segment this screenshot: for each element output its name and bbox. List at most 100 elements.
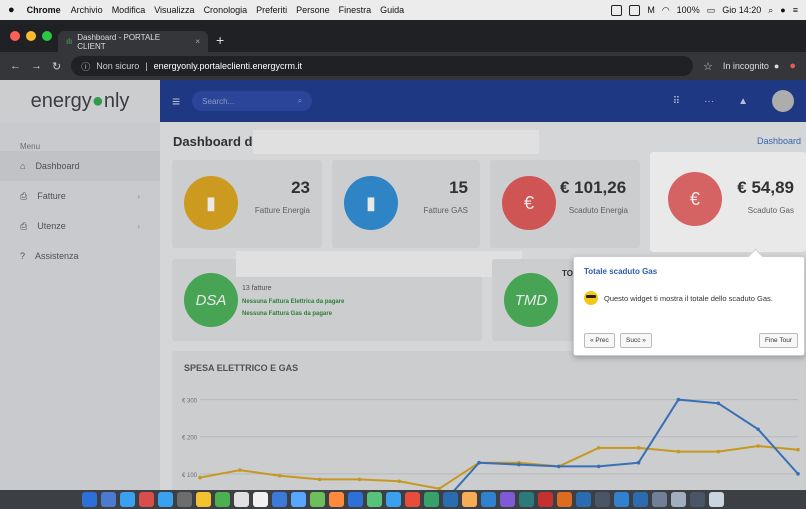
dock-app-icon[interactable] xyxy=(253,492,268,507)
dock-app-icon[interactable] xyxy=(139,492,154,507)
data-point[interactable] xyxy=(716,401,721,406)
sidebar-item-fatture[interactable]: ⎙ Fatture › xyxy=(0,181,160,211)
reload-icon[interactable]: ↻ xyxy=(52,60,61,73)
data-point[interactable] xyxy=(756,444,760,448)
dock-app-icon[interactable] xyxy=(633,492,648,507)
data-point[interactable] xyxy=(796,447,800,452)
data-point[interactable] xyxy=(198,475,202,480)
data-point[interactable] xyxy=(317,477,322,482)
menu-persone[interactable]: Persone xyxy=(296,5,330,15)
status-icon[interactable] xyxy=(611,4,623,16)
new-tab-button[interactable]: + xyxy=(216,32,224,48)
data-point[interactable] xyxy=(596,464,601,469)
data-point[interactable] xyxy=(517,462,521,467)
dock-app-icon[interactable] xyxy=(595,492,610,507)
dock-app-icon[interactable] xyxy=(481,492,496,507)
data-point[interactable] xyxy=(636,460,641,465)
forward-icon[interactable]: → xyxy=(31,60,42,72)
menu-preferiti[interactable]: Preferiti xyxy=(256,5,287,15)
dock-app-icon[interactable] xyxy=(709,492,724,507)
dock-app-icon[interactable] xyxy=(101,492,116,507)
card-scaduto-energia[interactable]: € € 101,26 Scaduto Energia xyxy=(490,160,640,248)
dock-app-icon[interactable] xyxy=(367,492,382,507)
menu-finestra[interactable]: Finestra xyxy=(339,5,372,15)
back-icon[interactable]: ← xyxy=(10,60,21,72)
data-point[interactable] xyxy=(756,427,760,432)
data-point[interactable] xyxy=(397,479,402,484)
sidebar-item-dashboard[interactable]: ⌂ Dashboard xyxy=(0,151,160,181)
avatar[interactable] xyxy=(772,90,794,112)
card-scaduto-gas[interactable]: € € 54,89 Scaduto Gas xyxy=(650,152,806,252)
status-icon[interactable] xyxy=(629,4,641,16)
close-window-button[interactable] xyxy=(10,31,20,41)
sidebar-item-utenze[interactable]: ⎙ Utenze › xyxy=(0,211,160,241)
gmail-icon[interactable]: M xyxy=(647,5,655,15)
hamburger-icon[interactable]: ≡ xyxy=(172,93,180,109)
sidebar-item-assistenza[interactable]: ? Assistenza xyxy=(0,241,160,271)
dock-app-icon[interactable] xyxy=(424,492,439,507)
dock-app-icon[interactable] xyxy=(500,492,515,507)
dock-app-icon[interactable] xyxy=(310,492,325,507)
data-point[interactable] xyxy=(796,472,800,476)
data-point[interactable] xyxy=(277,473,282,478)
card-fatture-energia[interactable]: ▮ 23 Fatture Energia xyxy=(172,160,322,248)
data-point[interactable] xyxy=(716,449,721,454)
dock-app-icon[interactable] xyxy=(690,492,705,507)
dock-app-icon[interactable] xyxy=(576,492,591,507)
tour-prev-button[interactable]: « Prec xyxy=(584,333,615,348)
notification-center-icon[interactable]: ≡ xyxy=(793,5,798,15)
dock-app-icon[interactable] xyxy=(177,492,192,507)
dock-app-icon[interactable] xyxy=(215,492,230,507)
address-bar[interactable]: ⓘ Non sicuro | energyonly.portaleclienti… xyxy=(71,56,693,76)
browser-tab[interactable]: ılı Dashboard - PORTALE CLIENT × xyxy=(58,31,208,52)
tour-next-button[interactable]: Succ » xyxy=(620,333,652,348)
dock-app-icon[interactable] xyxy=(196,492,211,507)
dock-app-icon[interactable] xyxy=(614,492,629,507)
menu-guida[interactable]: Guida xyxy=(380,5,404,15)
dock-app-icon[interactable] xyxy=(348,492,363,507)
data-point[interactable] xyxy=(477,460,481,465)
apple-icon[interactable]: ● xyxy=(8,4,15,16)
dock-app-icon[interactable] xyxy=(538,492,553,507)
spotlight-icon[interactable]: ⌕ xyxy=(768,5,773,16)
dock-app-icon[interactable] xyxy=(557,492,572,507)
close-tab-icon[interactable]: × xyxy=(195,37,200,46)
menu-dots-icon[interactable]: ● xyxy=(789,60,796,72)
data-point[interactable] xyxy=(596,446,601,450)
wifi-icon[interactable]: ◠ xyxy=(662,5,670,16)
bell-icon[interactable]: ▲ xyxy=(738,96,748,107)
dock-app-icon[interactable] xyxy=(158,492,173,507)
user-icon[interactable]: ● xyxy=(780,5,785,15)
minimize-window-button[interactable] xyxy=(26,31,36,41)
grid-icon[interactable]: ⠿ xyxy=(673,96,680,107)
dock-app-icon[interactable] xyxy=(462,492,477,507)
incognito-indicator[interactable]: In incognito ● xyxy=(723,61,779,71)
dock-app-icon[interactable] xyxy=(272,492,287,507)
dsa-link-gas[interactable]: Nessuna Fattura Gas da pagare xyxy=(242,311,332,317)
dsa-link-elettrica[interactable]: Nessuna Fattura Elettrica da pagare xyxy=(242,299,344,305)
maximize-window-button[interactable] xyxy=(42,31,52,41)
dock-app-icon[interactable] xyxy=(386,492,401,507)
dock-app-icon[interactable] xyxy=(234,492,249,507)
data-point[interactable] xyxy=(238,468,242,472)
menu-archivio[interactable]: Archivio xyxy=(71,5,103,15)
dock-app-icon[interactable] xyxy=(120,492,135,507)
logo[interactable]: energy ● nly xyxy=(0,80,160,122)
dock-app-icon[interactable] xyxy=(671,492,686,507)
tour-end-button[interactable]: Fine Tour xyxy=(759,333,798,348)
dock-app-icon[interactable] xyxy=(291,492,306,507)
dock-app-icon[interactable] xyxy=(519,492,534,507)
battery-icon[interactable]: ▭ xyxy=(707,5,716,16)
clock[interactable]: Gio 14:20 xyxy=(722,5,761,15)
dock-app-icon[interactable] xyxy=(652,492,667,507)
menu-cronologia[interactable]: Cronologia xyxy=(204,5,248,15)
menu-visualizza[interactable]: Visualizza xyxy=(154,5,194,15)
dock-app-icon[interactable] xyxy=(82,492,97,507)
dock-app-icon[interactable] xyxy=(329,492,344,507)
data-point[interactable] xyxy=(636,446,641,450)
app-menu-chrome[interactable]: Chrome xyxy=(27,5,61,15)
more-icon[interactable]: ··· xyxy=(704,96,714,107)
data-point[interactable] xyxy=(357,477,362,482)
dock-app-icon[interactable] xyxy=(405,492,420,507)
bookmark-star-icon[interactable]: ☆ xyxy=(703,60,713,73)
